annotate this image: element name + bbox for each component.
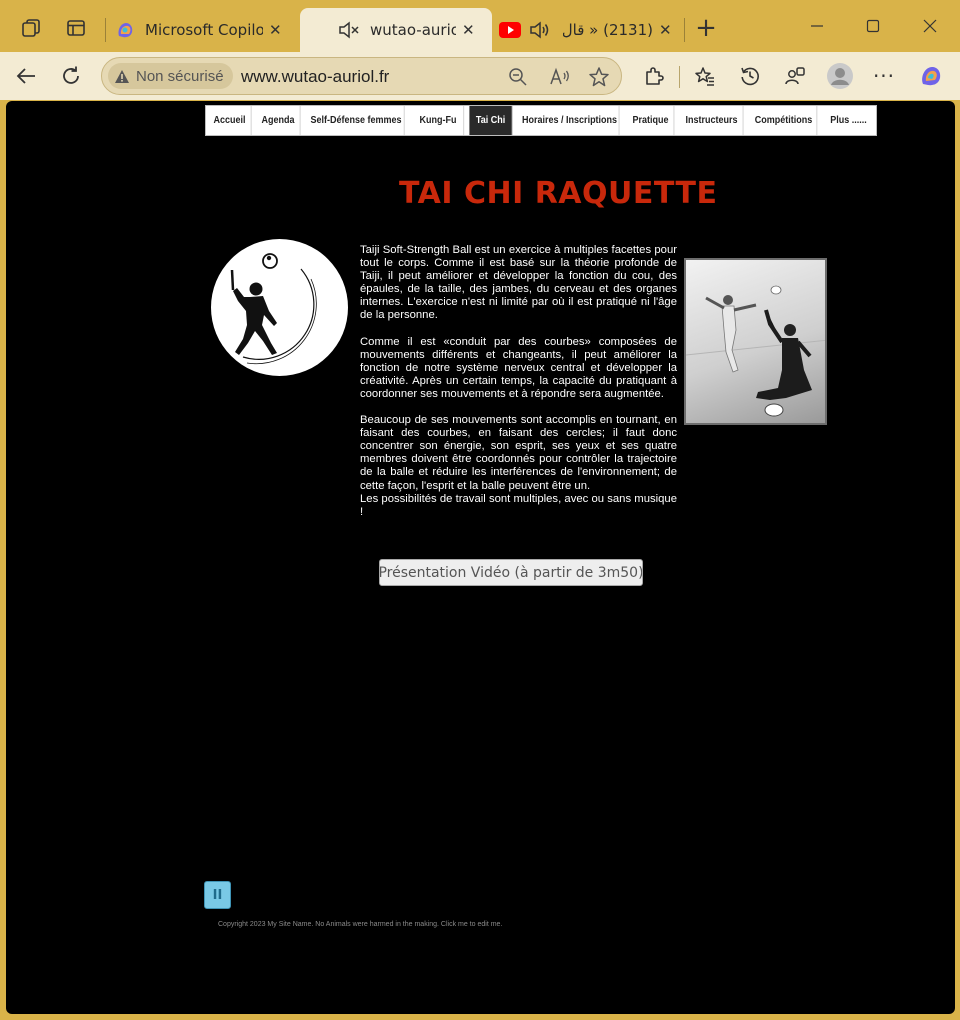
minimize-icon[interactable] bbox=[795, 8, 839, 44]
tab-title: wutao-auriol bbox=[370, 21, 456, 39]
menu-item-horaires[interactable]: Horaires / Inscriptions bbox=[521, 106, 620, 135]
tab-wutao[interactable]: wutao-auriol ✕ bbox=[300, 8, 492, 52]
maximize-icon[interactable] bbox=[851, 8, 895, 44]
menu-item-tai-chi[interactable]: Tai Chi bbox=[469, 106, 513, 135]
toolbar-separator bbox=[679, 66, 680, 88]
close-window-icon[interactable] bbox=[908, 8, 952, 44]
favorites-icon[interactable] bbox=[689, 60, 721, 92]
read-aloud-icon[interactable] bbox=[547, 64, 573, 90]
refresh-icon[interactable] bbox=[55, 60, 87, 92]
tab-copilot[interactable]: Microsoft Copilot ✕ bbox=[110, 8, 298, 52]
tab-separator bbox=[684, 18, 685, 42]
paragraph: Les possibilités de travail sont multipl… bbox=[360, 492, 677, 518]
page-title: TAI CHI RAQUETTE bbox=[399, 176, 718, 211]
tab-separator bbox=[105, 18, 106, 42]
menu-item-pratique[interactable]: Pratique bbox=[628, 106, 675, 135]
back-arrow-icon[interactable] bbox=[10, 60, 42, 92]
zoom-icon[interactable] bbox=[505, 64, 531, 90]
page-viewport: Accueil Agenda Self-Défense femmes Kung-… bbox=[6, 101, 955, 1014]
menu-item-self-defense[interactable]: Self-Défense femmes bbox=[308, 106, 405, 135]
copilot-sidebar-icon[interactable] bbox=[915, 60, 947, 92]
close-icon[interactable]: ✕ bbox=[462, 21, 475, 39]
tab-actions-icon[interactable] bbox=[60, 12, 92, 44]
profile-avatar-icon[interactable] bbox=[824, 60, 856, 92]
youtube-icon bbox=[499, 22, 521, 38]
paragraph: Beaucoup de ses mouvements sont accompli… bbox=[360, 414, 677, 492]
tai-chi-photo bbox=[684, 258, 827, 425]
tai-chi-silhouette-image bbox=[211, 239, 348, 376]
security-indicator[interactable]: Non sécurisé bbox=[108, 63, 233, 89]
menu-item-instructeurs[interactable]: Instructeurs bbox=[681, 106, 744, 135]
tab-title: (2131) « قال bbox=[563, 21, 653, 39]
more-options-icon[interactable]: ··· bbox=[868, 60, 900, 92]
extensions-icon[interactable] bbox=[638, 60, 670, 92]
description-text: Taiji Soft-Strength Ball est un exercice… bbox=[360, 244, 677, 519]
close-icon[interactable]: ✕ bbox=[269, 21, 282, 39]
site-menu: Accueil Agenda Self-Défense femmes Kung-… bbox=[205, 105, 877, 136]
copilot-icon bbox=[115, 20, 135, 40]
copyright-text[interactable]: Copyright 2023 My Site Name. No Animals … bbox=[218, 921, 502, 928]
menu-item-accueil[interactable]: Accueil bbox=[208, 106, 252, 135]
video-presentation-button[interactable]: Présentation Vidéo (à partir de 3m50) bbox=[379, 559, 643, 586]
paragraph: Comme il est «conduit par des courbes» c… bbox=[360, 335, 677, 400]
speaker-icon[interactable] bbox=[529, 20, 551, 40]
url-text[interactable]: www.wutao-auriol.fr bbox=[241, 67, 389, 87]
close-icon[interactable]: ✕ bbox=[659, 21, 672, 39]
new-tab-icon[interactable]: + bbox=[690, 12, 722, 44]
workspaces-icon[interactable] bbox=[15, 12, 47, 44]
tab-youtube[interactable]: (2131) « قال ✕ bbox=[496, 8, 682, 52]
pause-button[interactable]: II bbox=[204, 881, 231, 909]
collections-icon[interactable] bbox=[779, 60, 811, 92]
menu-item-plus[interactable]: Plus ...... bbox=[824, 106, 874, 135]
warning-icon bbox=[114, 69, 130, 84]
menu-item-agenda[interactable]: Agenda bbox=[256, 106, 301, 135]
paragraph: Taiji Soft-Strength Ball est un exercice… bbox=[360, 244, 677, 322]
menu-item-competitions[interactable]: Compétitions bbox=[751, 106, 818, 135]
muted-speaker-icon[interactable] bbox=[338, 20, 360, 40]
history-icon[interactable] bbox=[734, 60, 766, 92]
menu-item-kung-fu[interactable]: Kung-Fu bbox=[413, 106, 465, 135]
tab-strip: Microsoft Copilot ✕ wutao-auriol ✕ (2131… bbox=[0, 0, 960, 52]
address-bar[interactable]: Non sécurisé www.wutao-auriol.fr bbox=[101, 57, 622, 95]
favorite-star-icon[interactable] bbox=[586, 64, 612, 90]
tab-title: Microsoft Copilot bbox=[145, 21, 263, 39]
browser-toolbar: Non sécurisé www.wutao-auriol.fr ··· bbox=[0, 52, 960, 100]
security-label: Non sécurisé bbox=[136, 67, 224, 85]
